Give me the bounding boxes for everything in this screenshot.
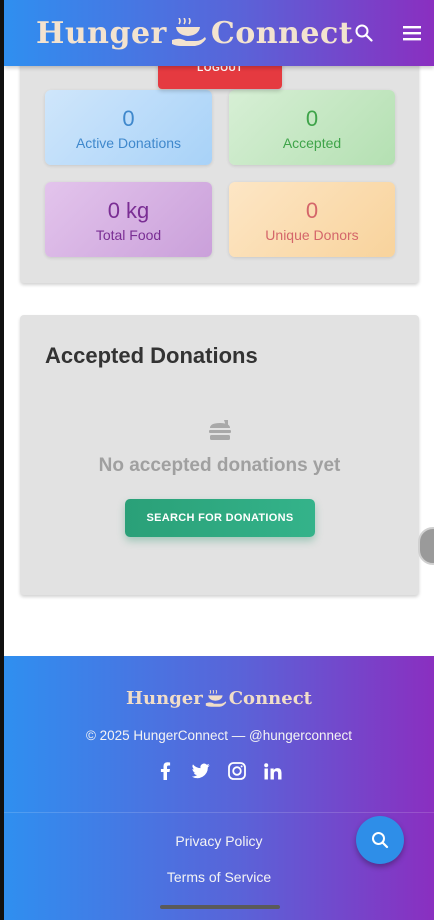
twitter-icon[interactable] (192, 762, 210, 780)
food-bowl-hand-icon (171, 18, 206, 46)
stat-value: 0 (122, 105, 135, 131)
home-indicator (160, 905, 280, 909)
side-scroll-handle[interactable] (418, 527, 434, 565)
search-donations-button[interactable]: SEARCH FOR DONATIONS (125, 499, 315, 537)
footer: Hunger Connect © 2025 HungerConnect — @h… (4, 656, 434, 920)
food-icon (209, 420, 231, 440)
stat-tile-active-donations: 0 Active Donations (45, 90, 212, 165)
brand-name-left: Hunger (36, 15, 167, 51)
empty-state-text: No accepted donations yet (98, 455, 341, 476)
accepted-donations-card: Accepted Donations No accepted donations… (20, 315, 419, 595)
stat-value: 0 (305, 105, 319, 131)
stat-label: Accepted (282, 134, 342, 151)
screen-edge (0, 0, 4, 920)
stat-tile-unique-donors: 0 Unique Donors (229, 182, 395, 257)
brand-name-right: Connect (210, 15, 354, 51)
food-bowl-hand-icon (205, 689, 226, 707)
stat-label: Unique Donors (265, 226, 359, 243)
stat-value: 0 kg (107, 197, 150, 223)
floating-search-button[interactable] (356, 816, 404, 864)
stat-tile-total-food: 0 kg Total Food (45, 182, 212, 257)
linkedin-icon[interactable] (264, 762, 282, 780)
footer-brand-right: Connect (228, 688, 312, 709)
search-icon (372, 832, 389, 849)
footer-brand-left: Hunger (126, 688, 203, 709)
instagram-icon[interactable] (228, 762, 246, 780)
menu-icon[interactable] (401, 22, 423, 44)
search-icon[interactable] (353, 22, 375, 44)
app-header: Hunger Connect (4, 0, 434, 66)
stat-label: Total Food (95, 226, 162, 243)
copyright-text: © 2025 HungerConnect — @hungerconnect (85, 728, 353, 743)
stat-label: Active Donations (75, 134, 182, 151)
stat-tile-accepted: 0 Accepted (229, 90, 395, 165)
footer-divider (4, 812, 434, 813)
facebook-icon[interactable] (156, 762, 174, 780)
brand-logo[interactable]: Hunger Connect (36, 16, 353, 51)
social-links (4, 762, 434, 780)
footer-brand-logo: Hunger Connect (4, 688, 434, 709)
card-title: Accepted Donations (45, 343, 258, 368)
terms-of-service-link[interactable]: Terms of Service (4, 869, 434, 885)
stat-value: 0 (305, 197, 319, 223)
